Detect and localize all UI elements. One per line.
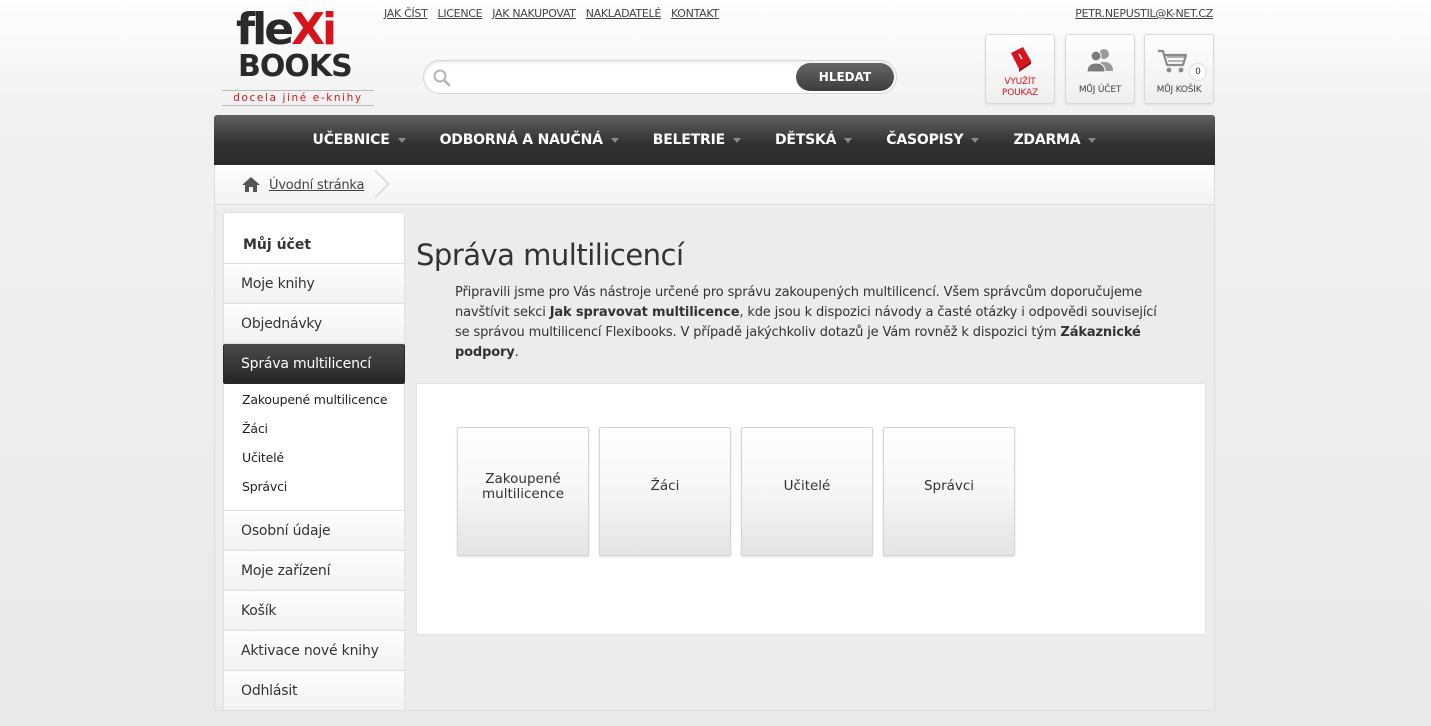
top-links: JAK ČÍST LICENCE JAK NAKUPOVAT NAKLADATE… xyxy=(384,7,719,20)
voucher-label-line1: VYUŽÍT xyxy=(1004,77,1036,87)
voucher-label-line2: POUKAZ xyxy=(1002,88,1038,98)
top-link-kontakt[interactable]: KONTAKT xyxy=(671,7,719,20)
top-link-jak-cist[interactable]: JAK ČÍST xyxy=(384,7,428,20)
search-bar: HLEDAT xyxy=(423,60,897,94)
my-cart-label: MŮJ KOŠÍK xyxy=(1156,85,1202,95)
tile-spravci[interactable]: Správci xyxy=(883,427,1015,556)
my-cart-button[interactable]: 0 MŮJ KOŠÍK xyxy=(1144,34,1214,104)
logo-line-1: fleXi xyxy=(236,8,337,52)
my-account-label: MŮJ ÚČET xyxy=(1078,85,1122,95)
search-input[interactable] xyxy=(458,66,798,88)
nav-label: UČEBNICE xyxy=(312,132,390,148)
sidebar-item-aktivace-nove-knihy[interactable]: Aktivace nové knihy xyxy=(223,631,405,671)
search-button[interactable]: HLEDAT xyxy=(796,63,894,91)
account-sidebar: Můj účet Moje knihy Objednávky Správa mu… xyxy=(223,212,405,711)
intro-text: Připravili jsme pro Vás nástroje určené … xyxy=(455,283,1175,363)
chevron-down-icon xyxy=(732,137,741,143)
sidebar-item-odhlasit[interactable]: Odhlásit xyxy=(223,671,405,711)
logo-line-2: BOOKS xyxy=(238,49,353,84)
nav-label: ODBORNÁ A NAUČNÁ xyxy=(439,132,603,148)
logo-text-red: Xi xyxy=(291,4,337,55)
top-link-nakladatele[interactable]: NAKLADATELÉ xyxy=(586,7,662,20)
nav-beletrie[interactable]: BELETRIE xyxy=(636,115,758,165)
nav-zdarma[interactable]: ZDARMA xyxy=(996,115,1113,165)
nav-label: DĚTSKÁ xyxy=(774,132,837,148)
nav-label: ZDARMA xyxy=(1013,132,1081,148)
intro-part-3: . xyxy=(514,345,519,360)
flexibooks-logo[interactable]: fleXi BOOKS docela jiné e-knihy xyxy=(222,6,374,108)
tile-zaci[interactable]: Žáci xyxy=(599,427,731,556)
chevron-down-icon xyxy=(971,137,980,143)
tile-zakoupene-multilicence[interactable]: Zakoupené multilicence xyxy=(457,427,589,556)
breadcrumb-separator xyxy=(375,164,405,204)
breadcrumb-home-link[interactable]: Úvodní stránka xyxy=(269,178,364,193)
magnifier-icon xyxy=(433,69,451,87)
main-nav: UČEBNICE ODBORNÁ A NAUČNÁ BELETRIE DĚTSK… xyxy=(214,115,1215,165)
multilicence-tiles-panel: Zakoupené multilicence Žáci Učitelé Sprá… xyxy=(416,383,1206,635)
home-icon xyxy=(242,177,260,192)
sidebar-item-moje-knihy[interactable]: Moje knihy xyxy=(223,264,405,304)
voucher-button[interactable]: VYUŽÍT POUKAZ xyxy=(985,34,1055,104)
nav-label: ČASOPISY xyxy=(886,132,964,148)
logo-tagline: docela jiné e-knihy xyxy=(222,90,374,106)
chevron-down-icon xyxy=(844,137,853,143)
sidebar-subitem-zakoupene-multilicence[interactable]: Zakoupené multilicence xyxy=(224,390,404,419)
nav-odborna-a-naucna[interactable]: ODBORNÁ A NAUČNÁ xyxy=(423,115,636,165)
breadcrumb: Úvodní stránka xyxy=(214,165,1215,205)
voucher-label: VYUŽÍT POUKAZ xyxy=(986,77,1054,99)
page: fleXi BOOKS docela jiné e-knihy JAK ČÍST… xyxy=(214,0,1215,726)
content-area: Můj účet Moje knihy Objednávky Správa mu… xyxy=(214,205,1215,711)
chevron-down-icon xyxy=(1088,137,1097,143)
sidebar-item-kosik[interactable]: Košík xyxy=(223,591,405,631)
cart-icon xyxy=(1158,49,1188,73)
link-jak-spravovat-multilicence[interactable]: Jak spravovat multilicence xyxy=(550,305,740,320)
sidebar-submenu: Zakoupené multilicence Žáci Učitelé Sprá… xyxy=(223,384,405,511)
nav-ucebnice[interactable]: UČEBNICE xyxy=(296,115,423,165)
user-email-link[interactable]: PETR.NEPUSTIL@K-NET.CZ xyxy=(1075,7,1213,20)
chevron-down-icon xyxy=(610,137,619,143)
chevron-down-icon xyxy=(397,137,406,143)
sidebar-subitem-zaci[interactable]: Žáci xyxy=(224,419,404,448)
sidebar-subitem-spravci[interactable]: Správci xyxy=(224,477,404,506)
sidebar-subitem-ucitele[interactable]: Učitelé xyxy=(224,448,404,477)
logo-text-dark: fle xyxy=(236,4,294,55)
cart-count-badge: 0 xyxy=(1189,63,1207,81)
sidebar-item-objednavky[interactable]: Objednávky xyxy=(223,304,405,344)
sidebar-item-moje-zarizeni[interactable]: Moje zařízení xyxy=(223,551,405,591)
voucher-book-icon xyxy=(1011,47,1031,72)
nav-detska[interactable]: DĚTSKÁ xyxy=(758,115,869,165)
page-title: Správa multilicencí xyxy=(416,238,684,272)
tile-ucitele[interactable]: Učitelé xyxy=(741,427,873,556)
sidebar-heading: Můj účet xyxy=(223,212,405,264)
nav-casopisy[interactable]: ČASOPISY xyxy=(869,115,996,165)
nav-label: BELETRIE xyxy=(652,132,725,148)
my-account-button[interactable]: MŮJ ÚČET xyxy=(1065,34,1135,104)
top-link-licence[interactable]: LICENCE xyxy=(438,7,483,20)
users-icon xyxy=(1086,49,1113,73)
top-link-jak-nakupovat[interactable]: JAK NAKUPOVAT xyxy=(492,7,576,20)
sidebar-item-sprava-multilicenci[interactable]: Správa multilicencí xyxy=(223,344,405,384)
sidebar-item-osobni-udaje[interactable]: Osobní údaje xyxy=(223,511,405,551)
